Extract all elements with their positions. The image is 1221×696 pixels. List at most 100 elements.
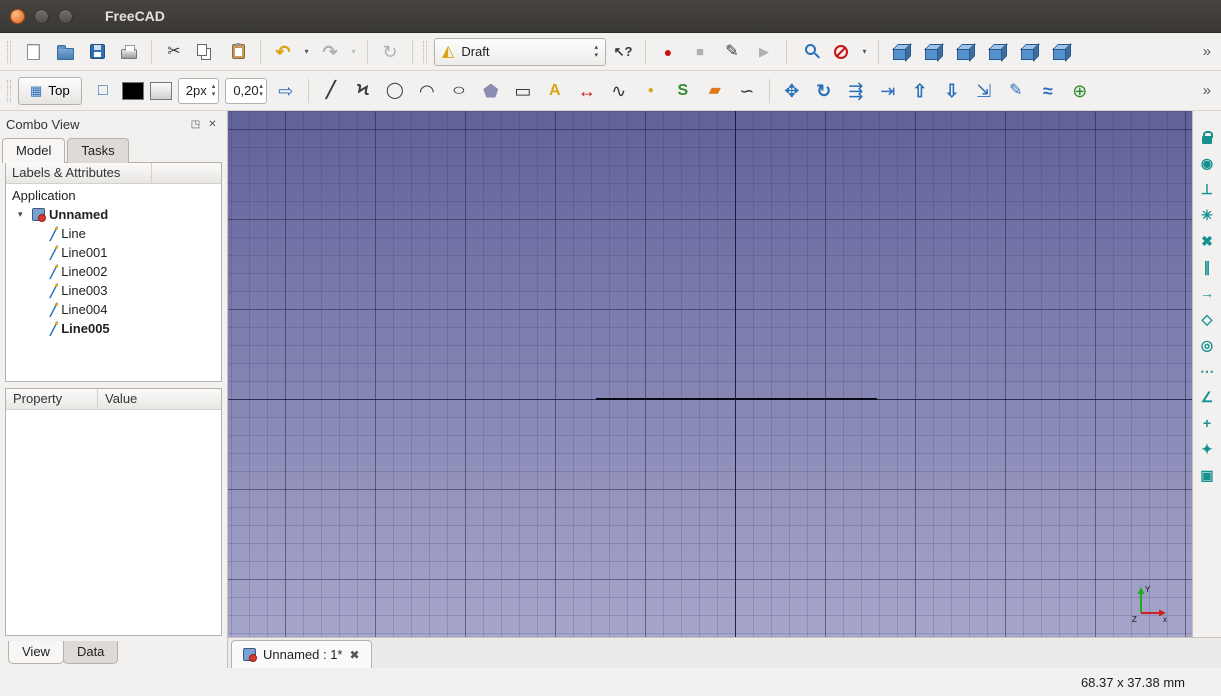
apply-style-button[interactable]: ⇨ bbox=[271, 77, 301, 105]
draft-arc-button[interactable]: ◠ bbox=[412, 77, 442, 105]
tree-item-line004[interactable]: ╱ Line004 bbox=[6, 300, 221, 319]
save-document-button[interactable] bbox=[82, 38, 112, 66]
text-scale-spinbox[interactable]: 0,20 ▴ ▾ bbox=[225, 77, 267, 104]
draft-shapestring-button[interactable]: S bbox=[668, 77, 698, 105]
draft-add-point-button[interactable]: ⊕ bbox=[1065, 77, 1095, 105]
construction-mode-toggle[interactable]: □ bbox=[88, 77, 118, 105]
view-top-button[interactable] bbox=[950, 38, 980, 66]
minimize-window-button[interactable] bbox=[34, 8, 49, 24]
close-tab-icon[interactable]: ✖ bbox=[350, 648, 360, 662]
draft-edit-button[interactable]: ✎ bbox=[1001, 77, 1031, 105]
copy-button[interactable] bbox=[191, 38, 221, 66]
print-button[interactable] bbox=[114, 38, 144, 66]
3d-viewport[interactable]: Y x Z bbox=[228, 111, 1192, 637]
snap-near-button[interactable]: ◇ bbox=[1195, 307, 1219, 331]
snap-parallel-button[interactable]: ∥ bbox=[1195, 255, 1219, 279]
paste-button[interactable] bbox=[223, 38, 253, 66]
snap-endpoint-button[interactable]: ◉ bbox=[1195, 151, 1219, 175]
tree-item-application[interactable]: Application bbox=[6, 186, 221, 205]
draft-dimension-button[interactable]: ↔ bbox=[572, 77, 602, 105]
tab-tasks[interactable]: Tasks bbox=[67, 138, 129, 163]
redo-dropdown-button[interactable]: ▾ bbox=[347, 38, 360, 66]
view-right-button[interactable] bbox=[982, 38, 1012, 66]
whats-this-button[interactable]: ↖? bbox=[608, 38, 638, 66]
draft-facebinder-button[interactable]: ▰ bbox=[700, 77, 730, 105]
toolbar-drag-handle[interactable] bbox=[7, 79, 11, 102]
new-document-button[interactable] bbox=[18, 38, 48, 66]
draft-trimex-button[interactable]: ⇥ bbox=[873, 77, 903, 105]
draft-rectangle-button[interactable]: ▭ bbox=[508, 77, 538, 105]
macro-stop-button[interactable]: ■ bbox=[685, 38, 715, 66]
snap-intersection-button[interactable]: ✖ bbox=[1195, 229, 1219, 253]
snap-working-plane-button[interactable]: ▣ bbox=[1195, 463, 1219, 487]
redo-button[interactable]: ↷ bbox=[315, 38, 345, 66]
property-column-header[interactable]: Property bbox=[6, 389, 98, 409]
working-plane-button[interactable]: ▦ Top bbox=[18, 76, 82, 105]
toolbar-drag-handle[interactable] bbox=[7, 40, 11, 63]
draft-point-button[interactable]: ● bbox=[636, 77, 666, 105]
tree-item-document[interactable]: ▾ Unnamed bbox=[6, 205, 221, 224]
tree-item-line001[interactable]: ╱ Line001 bbox=[6, 243, 221, 262]
maximize-window-button[interactable] bbox=[58, 8, 73, 24]
draft-polygon-button[interactable] bbox=[476, 77, 506, 105]
line-width-spinbox[interactable]: 2px ▴ ▾ bbox=[177, 77, 220, 104]
snap-grid-button[interactable]: ✳ bbox=[1195, 203, 1219, 227]
expander-icon[interactable]: ▾ bbox=[18, 209, 28, 220]
tab-data[interactable]: Data bbox=[62, 641, 119, 664]
face-color-swatch[interactable] bbox=[149, 81, 172, 100]
draft-bspline-button[interactable]: ∿ bbox=[604, 77, 634, 105]
line-color-swatch[interactable] bbox=[121, 81, 144, 100]
draft-circle-button[interactable]: ◯ bbox=[380, 77, 410, 105]
draft-wire-button[interactable]: Ϟ bbox=[348, 77, 378, 105]
tree-item-line003[interactable]: ╱ Line003 bbox=[6, 281, 221, 300]
view-axonometric-button[interactable] bbox=[886, 38, 916, 66]
tree-item-line005[interactable]: ╱ Line005 bbox=[6, 319, 221, 338]
draft-offset-button[interactable]: ⇶ bbox=[841, 77, 871, 105]
drawn-line-object[interactable] bbox=[596, 398, 877, 400]
float-panel-button[interactable]: ◳ bbox=[187, 116, 204, 132]
macro-play-button[interactable]: ▶ bbox=[749, 38, 779, 66]
draft-move-button[interactable]: ✥ bbox=[777, 77, 807, 105]
value-column-header[interactable]: Value bbox=[98, 389, 144, 409]
tab-view[interactable]: View bbox=[8, 641, 64, 664]
close-panel-button[interactable]: ✕ bbox=[204, 116, 221, 132]
draft-wire-to-bspline-button[interactable]: ≈ bbox=[1033, 77, 1063, 105]
draft-line-button[interactable]: ╱ bbox=[316, 77, 346, 105]
snap-dimensions-button[interactable]: ⋯ bbox=[1195, 359, 1219, 383]
snap-angle-button[interactable]: ∠ bbox=[1195, 385, 1219, 409]
toolbar-drag-handle[interactable] bbox=[423, 40, 427, 63]
open-document-button[interactable] bbox=[50, 38, 80, 66]
draft-downgrade-button[interactable]: ⇩ bbox=[937, 77, 967, 105]
draft-ellipse-button[interactable]: ○ bbox=[444, 77, 474, 105]
draft-upgrade-button[interactable]: ⇧ bbox=[905, 77, 935, 105]
snap-special-button[interactable]: ✦ bbox=[1195, 437, 1219, 461]
toolbar-overflow-button[interactable]: » bbox=[1197, 82, 1217, 99]
view-rear-button[interactable] bbox=[1014, 38, 1044, 66]
undo-dropdown-button[interactable]: ▾ bbox=[300, 38, 313, 66]
draft-rotate-button[interactable]: ↻ bbox=[809, 77, 839, 105]
workbench-selector[interactable]: ◭ Draft ▴ ▾ bbox=[434, 37, 606, 66]
refresh-button[interactable]: ↻ bbox=[375, 38, 405, 66]
snap-center-button[interactable]: ◎ bbox=[1195, 333, 1219, 357]
draft-scale-button[interactable]: ⇲ bbox=[969, 77, 999, 105]
view-left-button[interactable] bbox=[1046, 38, 1076, 66]
draft-bezier-button[interactable]: ∽ bbox=[732, 77, 762, 105]
view-front-button[interactable] bbox=[918, 38, 948, 66]
cut-button[interactable]: ✂ bbox=[159, 38, 189, 66]
close-window-button[interactable] bbox=[10, 8, 25, 24]
clipping-plane-button[interactable] bbox=[826, 38, 856, 66]
box-zoom-button[interactable] bbox=[794, 38, 824, 66]
line-width-spin-arrows[interactable]: ▴ ▾ bbox=[212, 83, 216, 98]
document-tab[interactable]: Unnamed : 1* ✖ bbox=[231, 640, 372, 668]
clipping-dropdown-button[interactable]: ▾ bbox=[858, 38, 871, 66]
snap-ortho-button[interactable]: + bbox=[1195, 411, 1219, 435]
snap-lock-button[interactable] bbox=[1195, 125, 1219, 149]
snap-extension-button[interactable]: → bbox=[1195, 281, 1219, 305]
macro-edit-button[interactable]: ✎ bbox=[717, 38, 747, 66]
undo-button[interactable]: ↶ bbox=[268, 38, 298, 66]
toolbar-overflow-button[interactable]: » bbox=[1197, 43, 1217, 60]
tab-model[interactable]: Model bbox=[2, 138, 66, 163]
text-scale-spin-arrows[interactable]: ▴ ▾ bbox=[259, 83, 263, 98]
tree-item-line002[interactable]: ╱ Line002 bbox=[6, 262, 221, 281]
macro-record-button[interactable]: ● bbox=[653, 38, 683, 66]
